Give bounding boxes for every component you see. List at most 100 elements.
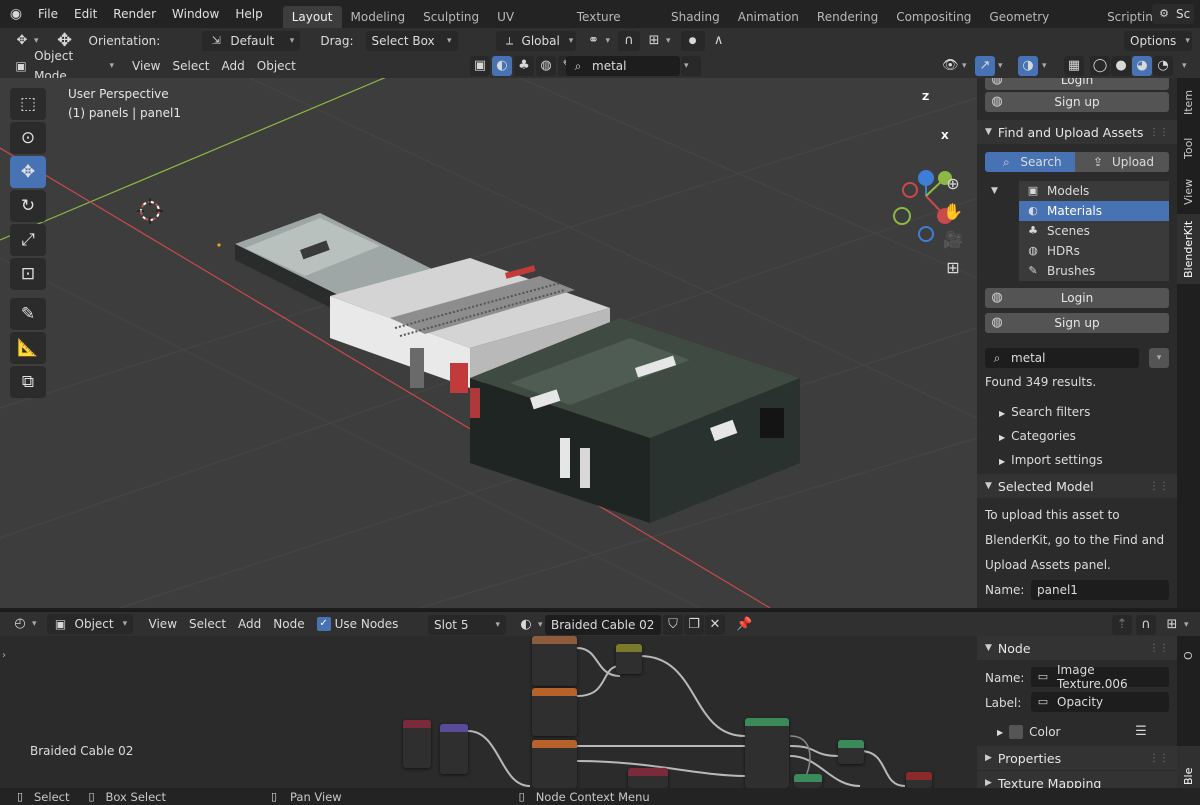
- measure-tool-icon[interactable]: 📐: [10, 332, 46, 364]
- wireframe-shading-button[interactable]: ◯: [1090, 56, 1110, 76]
- drag-dropdown[interactable]: Select Box ▾: [365, 30, 458, 51]
- select-box-tool-icon[interactable]: ⬚: [10, 88, 46, 120]
- image-texture-node[interactable]: [532, 636, 577, 686]
- slot-dropdown[interactable]: Slot 5 ▾: [428, 615, 506, 635]
- asset-search-input[interactable]: ⌕ metal: [985, 348, 1139, 368]
- material-name-field[interactable]: Braided Cable 02: [545, 615, 661, 635]
- node-label-field[interactable]: ▭ Opacity: [1031, 692, 1169, 712]
- header-search-field[interactable]: ⌕ metal: [566, 56, 680, 76]
- drag-handle-icon[interactable]: ⋮⋮: [1149, 753, 1169, 764]
- viewport-menu-select[interactable]: Select: [166, 56, 215, 76]
- node-snap-toggle[interactable]: ∩: [1136, 615, 1156, 635]
- drag-handle-icon[interactable]: ⋮⋮: [1149, 481, 1169, 492]
- viewport-menu-object[interactable]: Object: [251, 56, 302, 76]
- orientation-dropdown[interactable]: ⇲ Default ▾: [202, 30, 301, 51]
- asset-type-materials[interactable]: ◐ Materials: [1019, 201, 1169, 221]
- texture-mapping-panel-header[interactable]: ▶ Texture Mapping: [977, 771, 1177, 788]
- color-node[interactable]: [628, 768, 668, 788]
- node-name-field[interactable]: ▭ Image Texture.006: [1031, 663, 1169, 691]
- drag-handle-icon[interactable]: ⋮⋮: [1149, 127, 1169, 138]
- selected-model-panel-header[interactable]: ▼ Selected Model ⋮⋮: [977, 474, 1177, 498]
- pan-hand-icon[interactable]: ✋: [940, 198, 966, 226]
- use-nodes-checkbox[interactable]: ✓ Use Nodes: [311, 614, 405, 634]
- rendered-shading-button[interactable]: ◔: [1153, 56, 1173, 76]
- snap-target-dropdown[interactable]: ⊞ ▾: [640, 31, 677, 51]
- menu-window[interactable]: Window: [164, 7, 227, 21]
- tab-geometry-nodes[interactable]: Geometry Nodes: [980, 6, 1098, 46]
- parent-node-tree-button[interactable]: ⇡: [1112, 615, 1132, 635]
- overlays-toggle[interactable]: ◑: [1018, 56, 1038, 76]
- texture-coordinate-node[interactable]: [440, 724, 468, 774]
- unlink-material-button[interactable]: ✕: [705, 615, 725, 635]
- asset-type-hdr-button[interactable]: ◍: [536, 56, 556, 76]
- shader-node[interactable]: [794, 774, 822, 788]
- search-filters-section[interactable]: ▶ Search filters: [977, 400, 1177, 424]
- asset-type-hdrs[interactable]: ◍ HDRs: [1019, 241, 1169, 261]
- principled-bsdf-node[interactable]: [745, 718, 789, 788]
- node-snap-dropdown[interactable]: ⊞ ▾: [1158, 615, 1195, 635]
- viewport-menu-add[interactable]: Add: [216, 56, 251, 76]
- transform-orientation-dropdown[interactable]: ⟂ Global ▾: [495, 30, 576, 51]
- gizmo-toggle[interactable]: ↗: [975, 56, 995, 76]
- material-browse-dropdown[interactable]: ◐ ▾: [512, 615, 549, 635]
- search-tab-button[interactable]: ⌕ Search: [985, 152, 1075, 172]
- annotate-tool-icon[interactable]: ✎: [10, 298, 46, 330]
- menu-edit[interactable]: Edit: [66, 7, 105, 21]
- tab-layout[interactable]: Layout: [282, 6, 342, 28]
- node-color-toggle[interactable]: ▶ Color: [997, 722, 1061, 742]
- image-texture-node[interactable]: [532, 740, 577, 788]
- material-preview-button[interactable]: ◕: [1132, 56, 1152, 76]
- node-menu-select[interactable]: Select: [183, 614, 232, 634]
- node-menu-add[interactable]: Add: [232, 614, 267, 634]
- rotate-tool-icon[interactable]: ↻: [10, 190, 46, 222]
- camera-icon[interactable]: 🎥: [940, 226, 966, 254]
- blender-logo-icon[interactable]: ◉: [8, 6, 24, 22]
- asset-list-collapse-icon[interactable]: ▼: [991, 186, 998, 196]
- sidebar-tab-item[interactable]: Item: [1177, 78, 1200, 126]
- drag-handle-icon[interactable]: ⋮⋮: [1149, 643, 1169, 654]
- tab-uv-editing[interactable]: UV Editing: [488, 6, 568, 46]
- mapping-node[interactable]: [403, 720, 431, 768]
- options-dropdown[interactable]: Options ▾: [1124, 31, 1192, 51]
- asset-type-scenes[interactable]: ♣ Scenes: [1019, 221, 1169, 241]
- separate-node[interactable]: [616, 644, 642, 674]
- cursor-tool-icon[interactable]: ⊙: [10, 122, 46, 154]
- falloff-dropdown[interactable]: ∧: [705, 31, 733, 51]
- 3d-cursor[interactable]: [137, 198, 163, 224]
- tab-animation[interactable]: Animation: [729, 6, 808, 28]
- categories-section[interactable]: ▶ Categories: [977, 424, 1177, 448]
- properties-panel-header[interactable]: ▶ Properties ⋮⋮: [977, 746, 1177, 770]
- upload-tab-button[interactable]: ⇪ Upload: [1075, 152, 1169, 172]
- add-cube-tool-icon[interactable]: ⧉: [10, 366, 46, 398]
- sidebar-tab-view[interactable]: View: [1177, 170, 1200, 214]
- viewport-menu-view[interactable]: View: [126, 56, 166, 76]
- pivot-dropdown[interactable]: ⚭ ▾: [580, 31, 617, 51]
- signup-button[interactable]: ◍ Sign up: [985, 313, 1169, 333]
- solid-shading-button[interactable]: ●: [1111, 56, 1131, 76]
- gizmo-z-axis[interactable]: [918, 170, 934, 186]
- node-menu-view[interactable]: View: [143, 614, 183, 634]
- duplicate-material-button[interactable]: ❐: [684, 615, 704, 635]
- transform-tool-icon[interactable]: ⊡: [10, 258, 46, 290]
- tab-compositing[interactable]: Compositing: [887, 6, 980, 28]
- zoom-icon[interactable]: ⊕: [940, 170, 966, 198]
- mix-shader-node[interactable]: [838, 740, 864, 764]
- mode-dropdown[interactable]: ▣ Object Mode ▾: [8, 49, 120, 83]
- node-editor-canvas[interactable]: › Braided Cable 02: [0, 636, 977, 788]
- snap-toggle[interactable]: ∩: [618, 30, 641, 51]
- search-options-button[interactable]: ▾: [1149, 348, 1169, 368]
- scene-selector[interactable]: ⚙ Sc: [1152, 4, 1195, 24]
- list-presets-icon[interactable]: ☰: [1133, 724, 1149, 740]
- sidebar-tab-tool[interactable]: Tool: [1177, 126, 1200, 170]
- asset-type-scene-button[interactable]: ♣: [514, 56, 534, 76]
- node-panel-header[interactable]: ▼ Node ⋮⋮: [977, 636, 1177, 660]
- material-output-node[interactable]: [906, 772, 932, 788]
- shader-type-dropdown[interactable]: ▣ Object ▾: [46, 614, 133, 634]
- find-upload-panel-header[interactable]: ▼ Find and Upload Assets ⋮⋮: [977, 120, 1177, 144]
- model-name-field[interactable]: panel1: [1031, 580, 1169, 600]
- move-tool-icon[interactable]: ✥: [10, 156, 46, 188]
- tab-sculpting[interactable]: Sculpting: [414, 6, 488, 28]
- tab-texture-paint[interactable]: Texture Paint: [568, 6, 662, 46]
- search-dropdown-button[interactable]: ▾: [681, 56, 701, 76]
- scale-tool-icon[interactable]: ⤢: [10, 224, 46, 256]
